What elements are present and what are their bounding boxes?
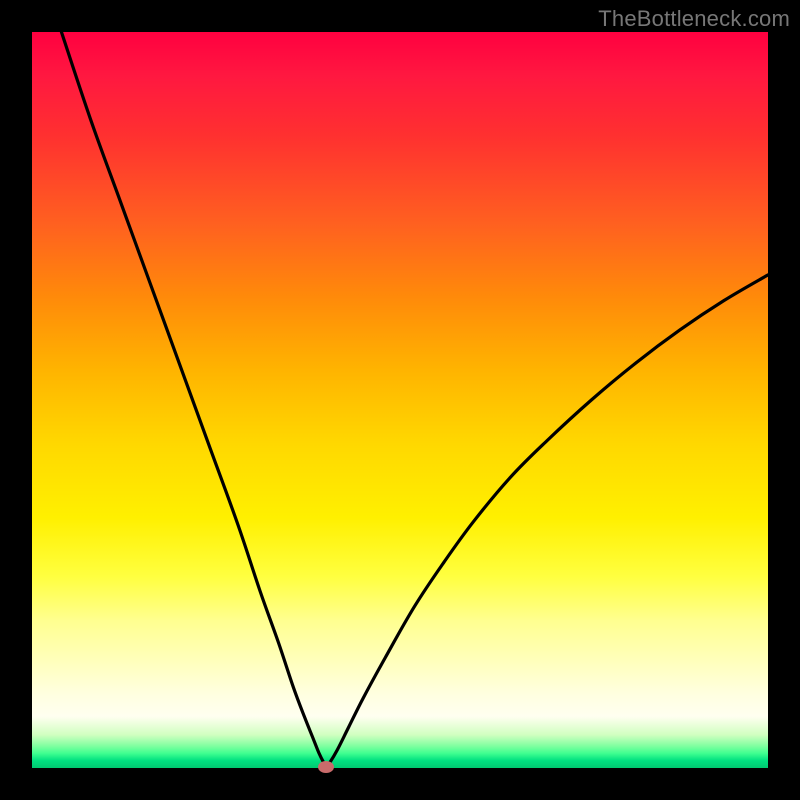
watermark-text: TheBottleneck.com xyxy=(598,6,790,32)
chart-frame: TheBottleneck.com xyxy=(0,0,800,800)
bottleneck-curve xyxy=(61,32,768,767)
curve-svg xyxy=(32,32,768,768)
chart-plot-area xyxy=(32,32,768,768)
optimal-point-marker xyxy=(318,761,334,773)
